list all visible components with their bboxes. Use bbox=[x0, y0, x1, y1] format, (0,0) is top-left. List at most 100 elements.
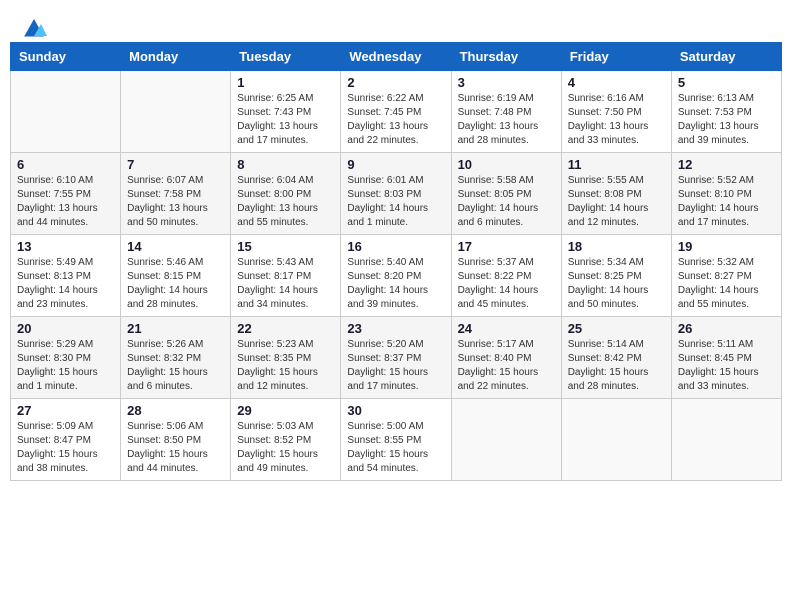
day-info: Sunrise: 6:13 AM Sunset: 7:53 PM Dayligh… bbox=[678, 92, 775, 148]
day-number: 24 bbox=[458, 321, 555, 336]
day-info: Sunrise: 6:19 AM Sunset: 7:48 PM Dayligh… bbox=[458, 92, 555, 148]
day-info: Sunrise: 5:52 AM Sunset: 8:10 PM Dayligh… bbox=[678, 174, 775, 230]
calendar-cell: 14 Sunrise: 5:46 AM Sunset: 8:15 PM Dayli… bbox=[121, 235, 231, 317]
weekday-header-sunday: Sunday bbox=[11, 43, 121, 71]
day-info: Sunrise: 5:23 AM Sunset: 8:35 PM Dayligh… bbox=[237, 338, 334, 394]
day-number: 1 bbox=[237, 75, 334, 90]
calendar-cell: 20Sunrise: 5:29 AM Sunset: 8:30 PM Dayli… bbox=[11, 317, 121, 399]
day-number: 18 bbox=[568, 239, 665, 254]
logo bbox=[20, 18, 48, 32]
weekday-header-row: SundayMondayTuesdayWednesdayThursdayFrid… bbox=[11, 43, 782, 71]
calendar-cell: 22 Sunrise: 5:23 AM Sunset: 8:35 PM Dayli… bbox=[231, 317, 341, 399]
calendar-cell: 15Sunrise: 5:43 AM Sunset: 8:17 PM Dayli… bbox=[231, 235, 341, 317]
day-number: 8 bbox=[237, 157, 334, 172]
day-info: Sunrise: 5:11 AM Sunset: 8:45 PM Dayligh… bbox=[678, 338, 775, 394]
calendar-cell: 2 Sunrise: 6:22 AM Sunset: 7:45 PM Daylig… bbox=[341, 71, 451, 153]
header bbox=[10, 10, 782, 36]
day-number: 5 bbox=[678, 75, 775, 90]
weekday-header-wednesday: Wednesday bbox=[341, 43, 451, 71]
calendar-cell: 1 Sunrise: 6:25 AM Sunset: 7:43 PM Daylig… bbox=[231, 71, 341, 153]
calendar-week-row: 1 Sunrise: 6:25 AM Sunset: 7:43 PM Daylig… bbox=[11, 71, 782, 153]
calendar-week-row: 13 Sunrise: 5:49 AM Sunset: 8:13 PM Dayli… bbox=[11, 235, 782, 317]
calendar-cell: 27Sunrise: 5:09 AM Sunset: 8:47 PM Dayli… bbox=[11, 399, 121, 481]
weekday-header-saturday: Saturday bbox=[671, 43, 781, 71]
calendar-cell: 6Sunrise: 6:10 AM Sunset: 7:55 PM Daylig… bbox=[11, 153, 121, 235]
calendar-cell bbox=[451, 399, 561, 481]
day-number: 4 bbox=[568, 75, 665, 90]
calendar-cell: 16 Sunrise: 5:40 AM Sunset: 8:20 PM Dayli… bbox=[341, 235, 451, 317]
calendar-cell bbox=[671, 399, 781, 481]
day-info: Sunrise: 5:55 AM Sunset: 8:08 PM Dayligh… bbox=[568, 174, 665, 230]
day-info: Sunrise: 5:20 AM Sunset: 8:37 PM Dayligh… bbox=[347, 338, 444, 394]
day-info: Sunrise: 5:34 AM Sunset: 8:25 PM Dayligh… bbox=[568, 256, 665, 312]
day-number: 21 bbox=[127, 321, 224, 336]
day-number: 6 bbox=[17, 157, 114, 172]
day-number: 12 bbox=[678, 157, 775, 172]
day-info: Sunrise: 5:26 AM Sunset: 8:32 PM Dayligh… bbox=[127, 338, 224, 394]
calendar-cell: 30Sunrise: 5:00 AM Sunset: 8:55 PM Dayli… bbox=[341, 399, 451, 481]
day-info: Sunrise: 5:14 AM Sunset: 8:42 PM Dayligh… bbox=[568, 338, 665, 394]
day-info: Sunrise: 5:06 AM Sunset: 8:50 PM Dayligh… bbox=[127, 420, 224, 476]
day-info: Sunrise: 5:46 AM Sunset: 8:15 PM Dayligh… bbox=[127, 256, 224, 312]
weekday-header-monday: Monday bbox=[121, 43, 231, 71]
day-info: Sunrise: 6:01 AM Sunset: 8:03 PM Dayligh… bbox=[347, 174, 444, 230]
calendar-cell: 10 Sunrise: 5:58 AM Sunset: 8:05 PM Dayli… bbox=[451, 153, 561, 235]
calendar-cell: 13 Sunrise: 5:49 AM Sunset: 8:13 PM Dayli… bbox=[11, 235, 121, 317]
calendar-cell bbox=[561, 399, 671, 481]
day-number: 19 bbox=[678, 239, 775, 254]
logo-icon bbox=[21, 18, 47, 40]
calendar-cell bbox=[11, 71, 121, 153]
day-info: Sunrise: 6:25 AM Sunset: 7:43 PM Dayligh… bbox=[237, 92, 334, 148]
day-number: 27 bbox=[17, 403, 114, 418]
calendar-cell: 12 Sunrise: 5:52 AM Sunset: 8:10 PM Dayli… bbox=[671, 153, 781, 235]
calendar-cell: 17 Sunrise: 5:37 AM Sunset: 8:22 PM Dayli… bbox=[451, 235, 561, 317]
calendar-week-row: 27Sunrise: 5:09 AM Sunset: 8:47 PM Dayli… bbox=[11, 399, 782, 481]
calendar-cell: 7 Sunrise: 6:07 AM Sunset: 7:58 PM Daylig… bbox=[121, 153, 231, 235]
calendar-cell: 3 Sunrise: 6:19 AM Sunset: 7:48 PM Daylig… bbox=[451, 71, 561, 153]
day-info: Sunrise: 5:40 AM Sunset: 8:20 PM Dayligh… bbox=[347, 256, 444, 312]
day-number: 10 bbox=[458, 157, 555, 172]
day-number: 3 bbox=[458, 75, 555, 90]
day-info: Sunrise: 5:29 AM Sunset: 8:30 PM Dayligh… bbox=[17, 338, 114, 394]
day-number: 9 bbox=[347, 157, 444, 172]
calendar-week-row: 6Sunrise: 6:10 AM Sunset: 7:55 PM Daylig… bbox=[11, 153, 782, 235]
day-info: Sunrise: 6:07 AM Sunset: 7:58 PM Dayligh… bbox=[127, 174, 224, 230]
calendar-cell: 11 Sunrise: 5:55 AM Sunset: 8:08 PM Dayli… bbox=[561, 153, 671, 235]
calendar-cell bbox=[121, 71, 231, 153]
day-info: Sunrise: 6:04 AM Sunset: 8:00 PM Dayligh… bbox=[237, 174, 334, 230]
day-number: 22 bbox=[237, 321, 334, 336]
calendar-cell: 28Sunrise: 5:06 AM Sunset: 8:50 PM Dayli… bbox=[121, 399, 231, 481]
weekday-header-friday: Friday bbox=[561, 43, 671, 71]
calendar-cell: 25 Sunrise: 5:14 AM Sunset: 8:42 PM Dayli… bbox=[561, 317, 671, 399]
calendar-table: SundayMondayTuesdayWednesdayThursdayFrid… bbox=[10, 42, 782, 481]
calendar-cell: 21 Sunrise: 5:26 AM Sunset: 8:32 PM Dayli… bbox=[121, 317, 231, 399]
day-number: 16 bbox=[347, 239, 444, 254]
day-number: 13 bbox=[17, 239, 114, 254]
day-info: Sunrise: 5:17 AM Sunset: 8:40 PM Dayligh… bbox=[458, 338, 555, 394]
day-info: Sunrise: 5:00 AM Sunset: 8:55 PM Dayligh… bbox=[347, 420, 444, 476]
day-number: 26 bbox=[678, 321, 775, 336]
day-info: Sunrise: 5:58 AM Sunset: 8:05 PM Dayligh… bbox=[458, 174, 555, 230]
weekday-header-tuesday: Tuesday bbox=[231, 43, 341, 71]
calendar-cell: 5 Sunrise: 6:13 AM Sunset: 7:53 PM Daylig… bbox=[671, 71, 781, 153]
day-number: 7 bbox=[127, 157, 224, 172]
weekday-header-thursday: Thursday bbox=[451, 43, 561, 71]
calendar-cell: 29Sunrise: 5:03 AM Sunset: 8:52 PM Dayli… bbox=[231, 399, 341, 481]
day-number: 29 bbox=[237, 403, 334, 418]
day-number: 14 bbox=[127, 239, 224, 254]
day-number: 25 bbox=[568, 321, 665, 336]
day-info: Sunrise: 5:43 AM Sunset: 8:17 PM Dayligh… bbox=[237, 256, 334, 312]
calendar-week-row: 20Sunrise: 5:29 AM Sunset: 8:30 PM Dayli… bbox=[11, 317, 782, 399]
day-info: Sunrise: 5:32 AM Sunset: 8:27 PM Dayligh… bbox=[678, 256, 775, 312]
day-number: 23 bbox=[347, 321, 444, 336]
day-number: 11 bbox=[568, 157, 665, 172]
calendar-cell: 19 Sunrise: 5:32 AM Sunset: 8:27 PM Dayli… bbox=[671, 235, 781, 317]
day-info: Sunrise: 5:37 AM Sunset: 8:22 PM Dayligh… bbox=[458, 256, 555, 312]
day-info: Sunrise: 5:49 AM Sunset: 8:13 PM Dayligh… bbox=[17, 256, 114, 312]
day-number: 2 bbox=[347, 75, 444, 90]
day-number: 17 bbox=[458, 239, 555, 254]
calendar-cell: 4Sunrise: 6:16 AM Sunset: 7:50 PM Daylig… bbox=[561, 71, 671, 153]
calendar-cell: 9 Sunrise: 6:01 AM Sunset: 8:03 PM Daylig… bbox=[341, 153, 451, 235]
day-info: Sunrise: 6:22 AM Sunset: 7:45 PM Dayligh… bbox=[347, 92, 444, 148]
calendar-cell: 18 Sunrise: 5:34 AM Sunset: 8:25 PM Dayli… bbox=[561, 235, 671, 317]
